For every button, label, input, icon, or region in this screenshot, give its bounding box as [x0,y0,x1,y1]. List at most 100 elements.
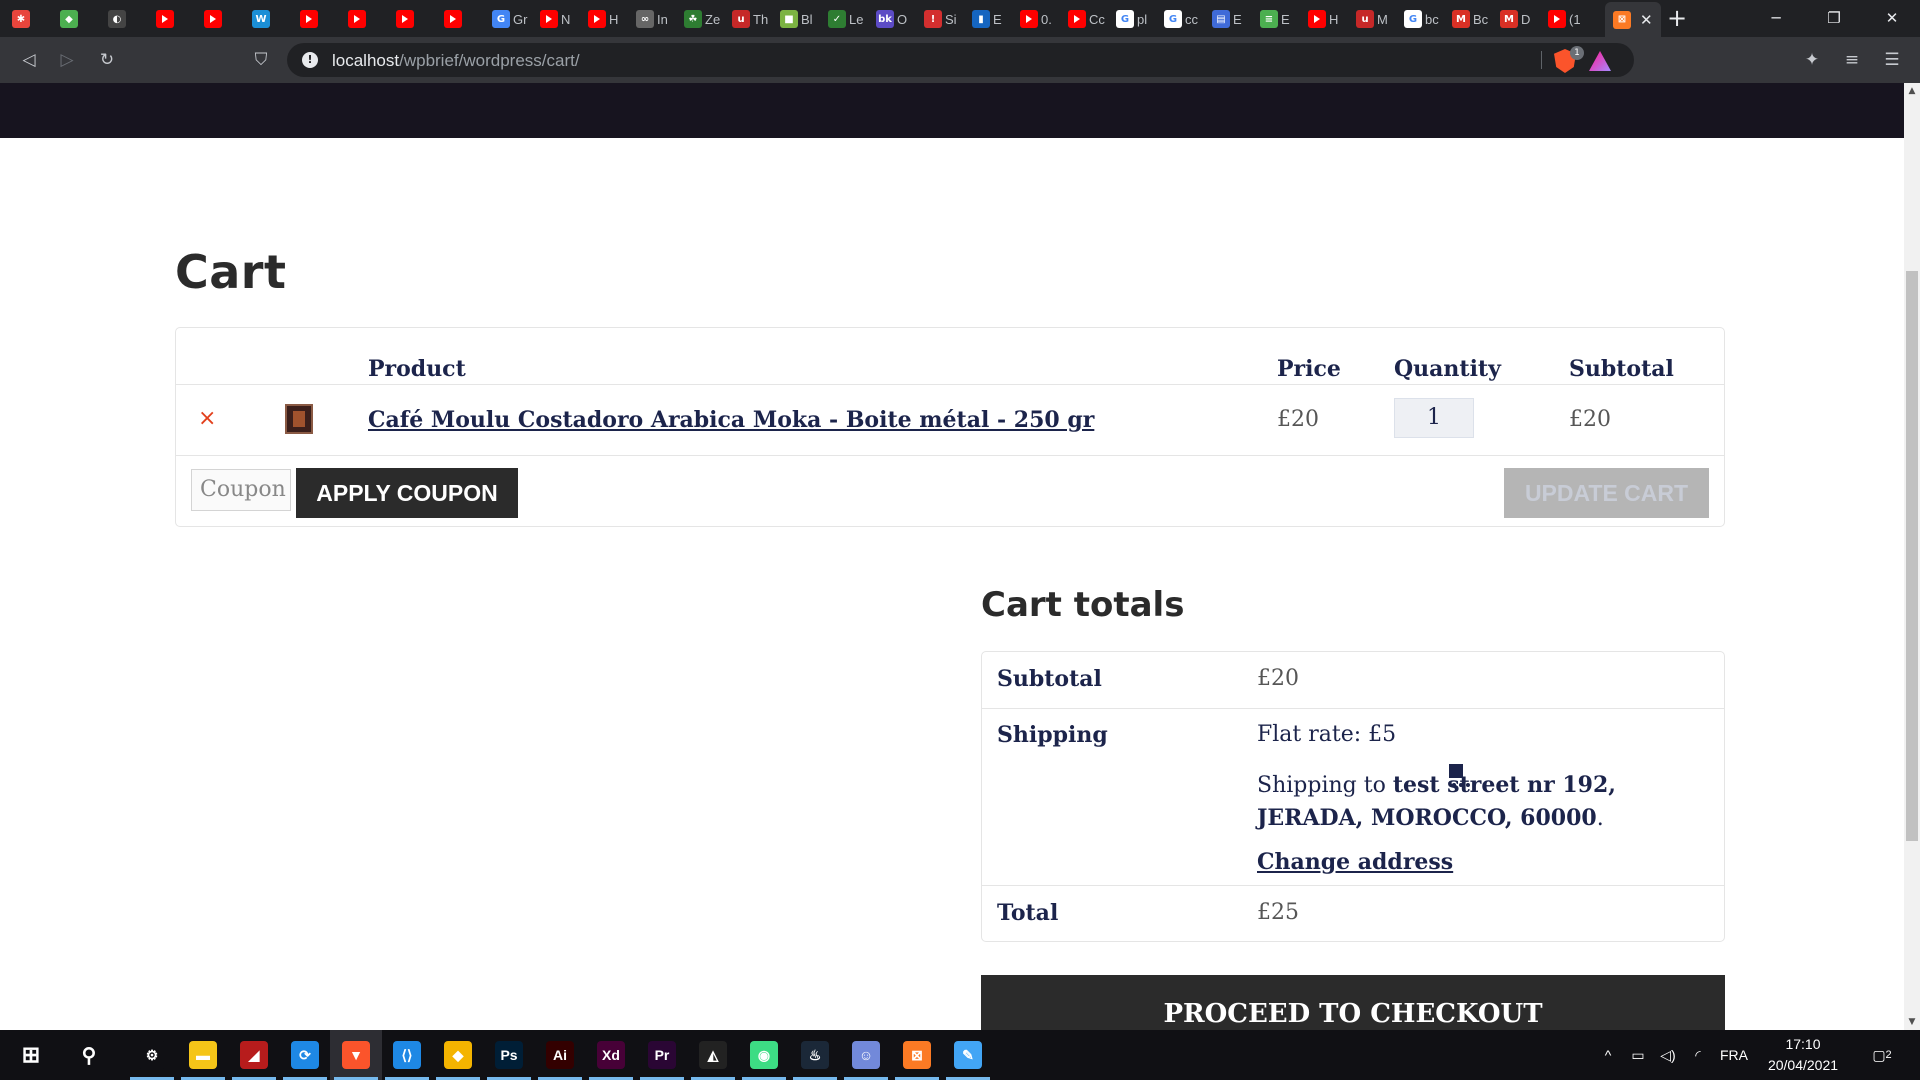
browser-tab[interactable]: ∞ In [636,4,668,34]
taskbar-app-discord[interactable]: ☺ [840,1030,892,1080]
browser-tab[interactable]: ▮ E [972,4,1002,34]
site-info-icon[interactable]: ! [302,52,318,68]
product-thumbnail[interactable] [285,404,313,434]
clock[interactable]: 17:10 20/04/2021 [1753,1034,1853,1076]
browser-tab[interactable] [348,4,366,34]
minimize-button[interactable]: ─ [1748,0,1804,37]
apply-coupon-button[interactable]: APPLY COUPON [296,468,518,518]
browser-tab[interactable]: (1 [1548,4,1581,34]
photoshop-icon: Ps [495,1041,523,1069]
menu-icon[interactable]: ☰ [1877,45,1907,75]
browser-tab[interactable]: Gbc [1404,4,1439,34]
taskbar-app-bluetooth-app[interactable]: ⟳ [279,1030,331,1080]
remove-item-icon[interactable]: × [198,406,216,431]
taskbar-app-android-studio[interactable]: ◉ [738,1030,790,1080]
youtube-favicon-icon [396,10,414,28]
tab-label: N [561,11,571,27]
taskbar-app-app-red[interactable]: ◢ [228,1030,280,1080]
browser-tab[interactable]: H [1308,4,1338,34]
browser-tab[interactable]: M Bc [1452,4,1488,34]
browser-tab[interactable]: bk O [876,4,907,34]
browser-tab[interactable]: ! Si [924,4,957,34]
url-text[interactable]: localhost/wpbrief/wordpress/cart/ [332,51,580,71]
browser-tab[interactable]: ≡ E [1260,4,1290,34]
taskbar-app-illustrator[interactable]: Ai [534,1030,586,1080]
browser-tab[interactable] [204,4,222,34]
taskbar-app-photoshop[interactable]: Ps [483,1030,535,1080]
network-icon[interactable]: ◜ [1686,1030,1710,1080]
browser-tab[interactable] [300,4,318,34]
language-indicator[interactable]: FRA [1714,1030,1754,1080]
browser-tab[interactable]: G Gr [492,4,527,34]
browser-tab[interactable]: ☘ Ze [684,4,720,34]
update-cart-button[interactable]: UPDATE CART [1504,468,1709,518]
item-subtotal: £20 [1569,407,1611,432]
taskbar-app-vscode[interactable]: ⟨⟩ [381,1030,433,1080]
address-bar[interactable]: ! localhost/wpbrief/wordpress/cart/ 1 [287,43,1634,77]
taskbar-app-steam[interactable]: ♨ [789,1030,841,1080]
header-product: Product [368,356,466,382]
quantity-input[interactable]: 1 [1394,398,1474,438]
active-tab[interactable]: ⊠ ✕ [1605,2,1661,37]
browser-tab[interactable]: H [588,4,618,34]
browser-tab[interactable]: u Th [732,4,768,34]
browser-tab[interactable]: ✱ [12,4,30,34]
browser-tab[interactable]: uM [1356,4,1388,34]
browser-tab[interactable]: ■ Bl [780,4,813,34]
tab-favicon-icon: ▮ [972,10,990,28]
browser-tab[interactable]: MD [1500,4,1530,34]
bookmark-icon[interactable]: ⛉ [246,45,276,75]
taskbar-app-brave[interactable]: ▼ [330,1030,382,1080]
taskbar-app-xampp[interactable]: ⊠ [891,1030,943,1080]
close-tab-icon[interactable]: ✕ [1640,11,1653,29]
page-scrollbar[interactable]: ▲ ▼ [1904,83,1920,1030]
forward-icon[interactable]: ▷ [52,45,82,75]
taskbar-app-settings[interactable]: ⚙ [126,1030,178,1080]
discord-icon: ☺ [852,1041,880,1069]
browser-tab[interactable]: Cc [1068,4,1105,34]
browser-tab[interactable] [156,4,174,34]
proceed-to-checkout-button[interactable]: PROCEED TO CHECKOUT [981,975,1725,1030]
browser-tab[interactable]: W [252,4,270,34]
browser-tab[interactable]: ◆ [60,4,78,34]
extensions-icon[interactable]: ✦ [1797,45,1827,75]
reload-icon[interactable]: ↻ [92,45,122,75]
back-icon[interactable]: ◁ [14,45,44,75]
change-address-link[interactable]: Change address [1257,849,1453,875]
taskbar-app-git[interactable]: ◆ [432,1030,484,1080]
taskbar-app-file-explorer[interactable]: ▬ [177,1030,229,1080]
browser-tab[interactable]: ▤ E [1212,4,1242,34]
scroll-down-icon[interactable]: ▼ [1904,1014,1920,1030]
coupon-input[interactable]: Coupon [191,469,291,511]
browser-tab[interactable]: Gpl [1116,4,1147,34]
unity-icon: ◭ [699,1041,727,1069]
playlist-icon[interactable]: ≡ [1837,45,1867,75]
volume-icon[interactable]: ◁) [1656,1030,1680,1080]
product-name-link[interactable]: Café Moulu Costadoro Arabica Moka - Boit… [368,407,1094,433]
browser-tab[interactable]: ✓ Le [828,4,863,34]
shipping-destination: Shipping to test street nr 192, JERADA, … [1257,769,1712,835]
scrollbar-thumb[interactable] [1906,271,1918,841]
browser-tab[interactable]: ◐ [108,4,126,34]
new-tab-button[interactable]: + [1662,2,1692,34]
notifications-button[interactable]: ▢ 2 [1862,1030,1902,1080]
brave-rewards-icon[interactable] [1589,51,1611,71]
taskbar-app-xd[interactable]: Xd [585,1030,637,1080]
browser-tab[interactable]: N [540,4,570,34]
scroll-up-icon[interactable]: ▲ [1904,83,1920,99]
start-button[interactable]: ⊞ [5,1030,57,1080]
browser-tab[interactable]: 0. [1020,4,1052,34]
taskbar-app-paint[interactable]: ✎ [942,1030,994,1080]
shipping-label: Shipping [997,722,1108,748]
browser-tab[interactable] [444,4,462,34]
tray-overflow-icon[interactable]: ^ [1596,1030,1620,1080]
taskbar-app-premiere[interactable]: Pr [636,1030,688,1080]
restore-button[interactable]: ❐ [1806,0,1862,37]
search-button[interactable]: ⚲ [63,1030,115,1080]
clock-time: 17:10 [1785,1036,1821,1052]
battery-icon[interactable]: ▭ [1626,1030,1650,1080]
taskbar-app-unity[interactable]: ◭ [687,1030,739,1080]
browser-tab[interactable] [396,4,414,34]
browser-tab[interactable]: Gcc [1164,4,1198,34]
close-window-button[interactable]: ✕ [1864,0,1920,37]
